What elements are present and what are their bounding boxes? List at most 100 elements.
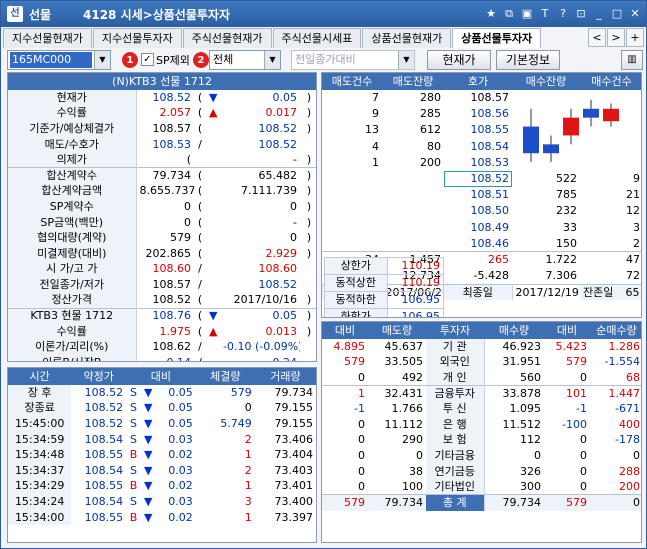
investor-cell-4: 579	[566, 355, 587, 369]
close-icon[interactable]: ✕	[628, 6, 642, 21]
chevron-down-icon[interactable]: ▼	[264, 51, 280, 69]
total-cell-4: 72	[626, 268, 640, 282]
investor-cell-0: 0	[358, 433, 365, 447]
tab-2[interactable]: 주식선물현재가	[182, 28, 272, 48]
tick-row: 장종료 108.52 S ▼ 0.05 0 79.155	[8, 400, 316, 417]
investor-cell-1: 11.112	[384, 417, 424, 431]
lock-icon[interactable]: ▣	[520, 6, 534, 21]
tab-4[interactable]: 상품선물현재가	[362, 28, 452, 48]
investor-cell-5: 400	[619, 417, 640, 431]
summary-separator: (	[197, 231, 203, 245]
ask-count: 4	[372, 139, 379, 153]
tab-bar: 지수선물현재가 지수선물투자자 주식선물현재가 주식선물시세표 상품선물현재가 상품선물투…	[3, 28, 644, 48]
summary-value-b: 0.017	[265, 106, 298, 120]
summary-panel: (N)KTB3 선물 1712 현재가 108.52(▼ 0.05) 수익률 2.057…	[7, 72, 317, 362]
summary-row: 의제가 (-)	[8, 152, 316, 168]
minimize-icon[interactable]: _	[592, 6, 606, 21]
ask-qty-empty	[382, 187, 444, 203]
investor-cell-4: 101	[544, 385, 590, 402]
limit-label: 동적하한	[324, 291, 388, 309]
tab-add-button[interactable]: +	[626, 28, 644, 47]
investor-row: 0 38 연기금등 326 0 288	[322, 463, 641, 480]
investor-cell-1: 290	[402, 433, 423, 447]
tick-row: 15:34:37 108.54 S ▼ 0.03 2 73.403	[8, 462, 316, 479]
bid-price[interactable]: 108.51	[444, 187, 512, 203]
chart-icon[interactable]: ▥	[621, 50, 643, 70]
investor-cell-0: 1	[322, 385, 368, 402]
limit-info-box: 상한가 110.19 동적상한 110.19 동적하한 106.95 하한가 106.95	[324, 257, 445, 317]
bid-row: 108.51 785 21	[322, 187, 641, 203]
tick-cell-6: 79.734	[274, 385, 314, 399]
bid-price[interactable]: 108.50	[444, 203, 512, 219]
tab-5[interactable]: 상품선물투자자	[452, 28, 542, 48]
tab-next-button[interactable]: >	[607, 28, 625, 47]
summary-value-b: 108.52	[258, 121, 298, 135]
limit-value: 110.19	[386, 257, 445, 275]
bid-price[interactable]: 108.49	[444, 220, 512, 236]
summary-row: 시 가/고 가 108.60 / 108.60	[8, 261, 316, 278]
ask-qty-empty	[382, 203, 444, 219]
summary-separator: (	[194, 167, 206, 184]
summary-value-a: 108.52	[152, 293, 192, 307]
bid-price[interactable]: 108.52	[444, 170, 512, 188]
tick-header-3: 체결량	[195, 368, 255, 385]
current-price-button[interactable]: 현재가	[427, 50, 491, 70]
bid-price[interactable]: 108.46	[444, 236, 512, 252]
tick-cell-1: 108.52	[84, 401, 124, 415]
pin-icon[interactable]: ⊡	[574, 6, 588, 21]
orderbook-header-2: 호가	[444, 73, 512, 90]
tick-cell-5: 1	[244, 448, 252, 462]
investor-cell-1: 100	[402, 479, 423, 493]
change-arrow-icon	[206, 355, 220, 361]
investor-cell-3: 46.923	[502, 339, 542, 353]
ask-qty: 280	[420, 91, 441, 105]
market-menu[interactable]: 선물	[29, 6, 51, 23]
ask-price[interactable]: 108.57	[444, 90, 512, 106]
summary-value-a: 108.76	[136, 307, 194, 324]
summary-end	[300, 262, 316, 278]
investor-panel: 대비 매도량 투자자 매수량 대비 순매수량 4.895 45.637 기 관 46.923 5.4…	[321, 321, 642, 543]
link-icon[interactable]: ⧉	[502, 6, 516, 21]
tab-3[interactable]: 주식선물시세표	[272, 28, 362, 48]
ask-price[interactable]: 108.54	[444, 139, 512, 155]
tick-cell-5: 579	[230, 385, 252, 399]
investor-cell-3: 326	[520, 464, 541, 478]
summary-end: )	[306, 184, 312, 198]
investor-cell-1: 492	[402, 370, 423, 384]
orderbook-header-1: 매도잔량	[382, 73, 444, 90]
code-input[interactable]: 165MC000	[10, 52, 92, 68]
maximize-icon[interactable]: □	[610, 6, 624, 21]
tick-cell-6: 73.406	[274, 432, 314, 446]
change-arrow-icon	[206, 199, 220, 215]
filter-select[interactable]: 전체 ▼	[209, 50, 281, 70]
chevron-down-icon[interactable]: ▼	[94, 51, 110, 69]
ask-price[interactable]: 108.55	[444, 122, 512, 138]
title-bar: 선 선물 4128 시세>상품선물투자자 ★ ⧉ ▣ T ? ⊡ _ □ ✕	[1, 1, 646, 27]
tick-cell-2: S	[130, 401, 137, 415]
ask-qty: 80	[427, 139, 441, 153]
tab-0[interactable]: 지수선물현재가	[3, 28, 92, 48]
change-arrow-icon	[206, 121, 220, 137]
basic-info-button[interactable]: 기본정보	[496, 50, 560, 70]
investor-cell-3: 0	[534, 448, 541, 462]
help-icon[interactable]: ?	[556, 6, 570, 21]
star-icon[interactable]: ★	[484, 6, 498, 21]
sp-exclude-checkbox[interactable]: ✓	[141, 53, 154, 66]
tick-cell-0: 장종료	[8, 400, 72, 417]
text-icon[interactable]: T	[538, 6, 552, 21]
reference-select[interactable]: 전일종가대비 ▼	[291, 50, 415, 70]
tab-prev-button[interactable]: <	[588, 28, 606, 47]
summary-end: )	[306, 90, 312, 104]
investor-cell-5: 200	[619, 479, 640, 493]
orderbook-header-3: 매수잔량	[512, 73, 580, 90]
ask-price[interactable]: 108.56	[444, 106, 512, 122]
summary-end	[300, 137, 316, 153]
investor-cell-2: 기타법인	[426, 479, 485, 495]
summary-table: 현재가 108.52(▼ 0.05) 수익률 2.057(▲ 0.017) 기준가/예상체결…	[8, 90, 316, 361]
chevron-down-icon[interactable]: ▼	[398, 51, 414, 69]
code-combo[interactable]: 165MC000 ▼	[7, 50, 111, 70]
investor-cell-3: 300	[520, 479, 541, 493]
tick-cell-0: 15:34:37	[8, 462, 72, 479]
ask-price[interactable]: 108.53	[444, 155, 512, 171]
tab-1[interactable]: 지수선물투자자	[92, 28, 182, 48]
